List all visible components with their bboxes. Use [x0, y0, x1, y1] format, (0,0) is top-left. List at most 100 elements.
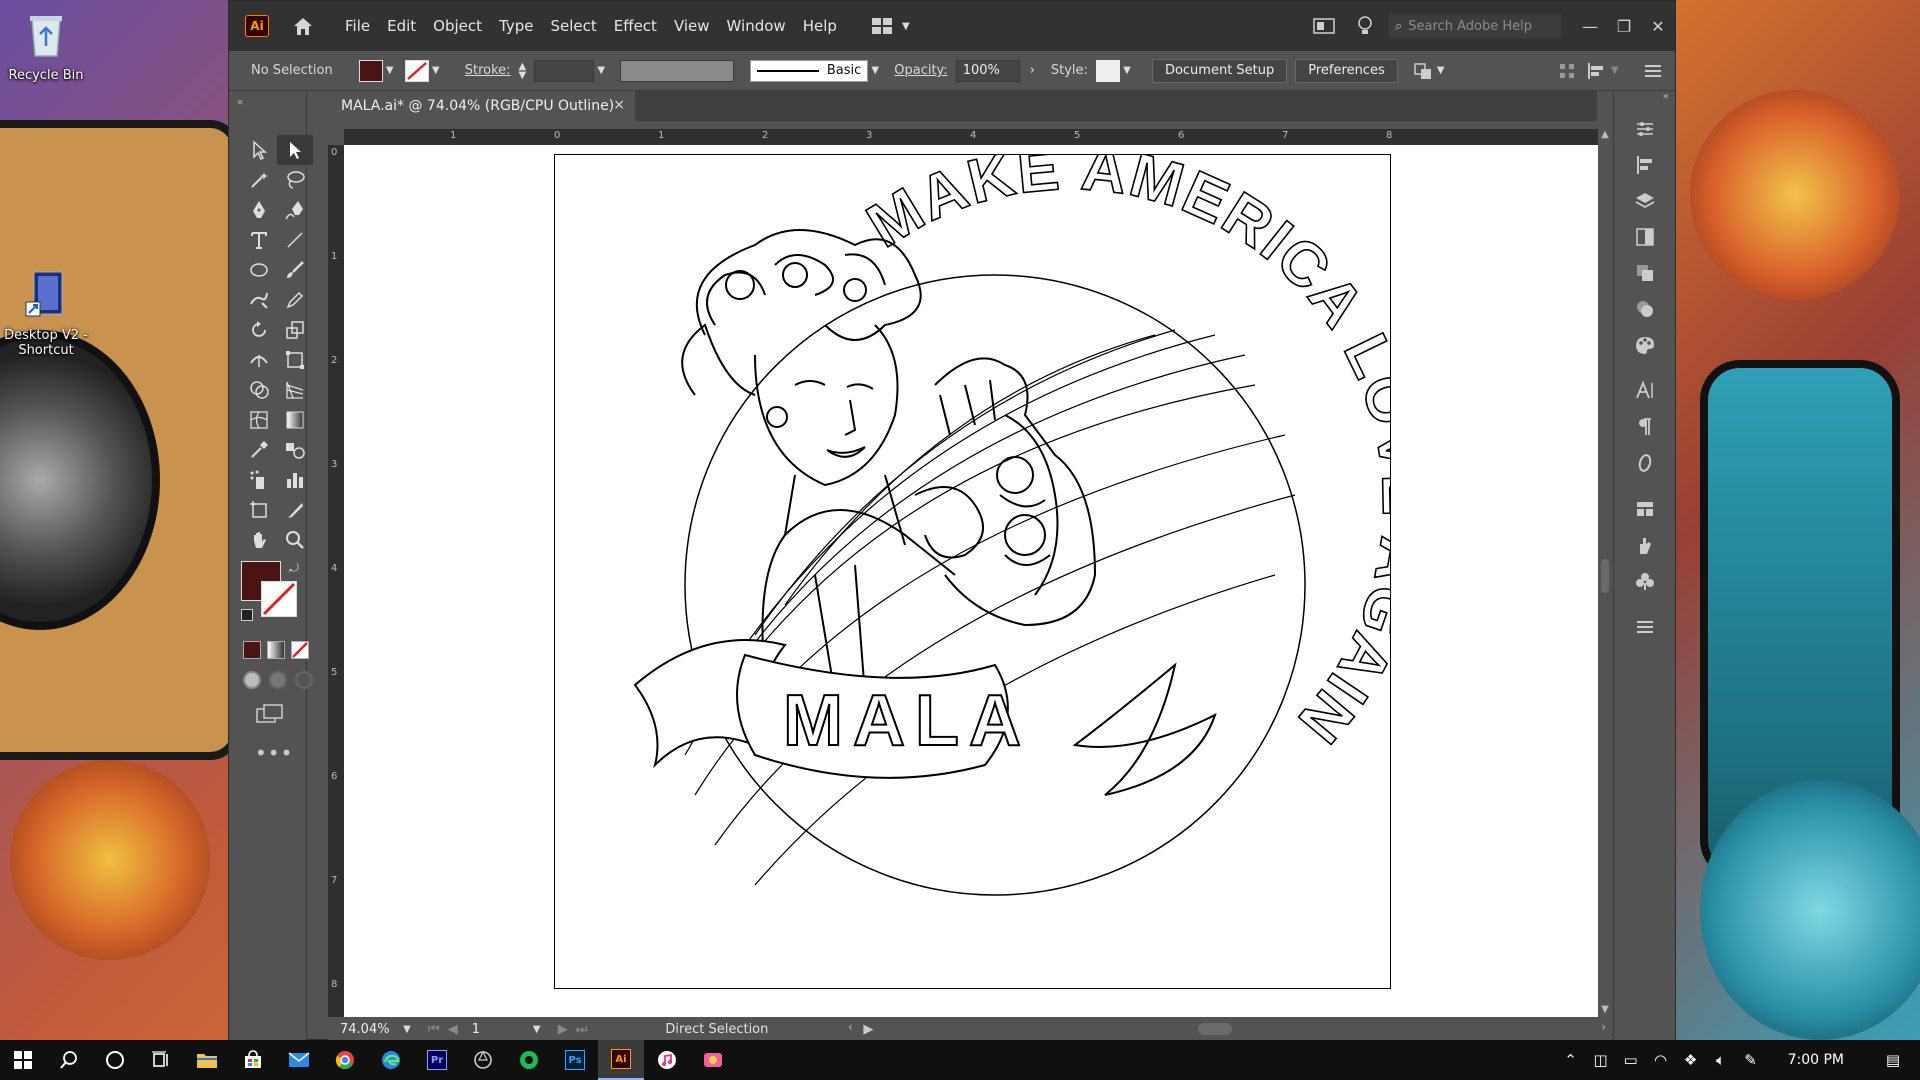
cortana-button[interactable]	[92, 1040, 138, 1080]
direct-selection-tool[interactable]	[277, 135, 313, 165]
menu-effect[interactable]: Effect	[614, 17, 657, 35]
preferences-button[interactable]: Preferences	[1295, 58, 1398, 83]
edit-toolbar-icon[interactable]: •••	[255, 741, 293, 765]
menu-window[interactable]: Window	[727, 17, 786, 35]
color-panel-button[interactable]	[1614, 327, 1676, 363]
chevron-down-icon[interactable]: ▼	[429, 65, 443, 76]
align-grid-icon[interactable]	[1558, 62, 1576, 80]
stroke-swatch[interactable]	[404, 59, 429, 82]
zoom-level-input[interactable]: 74.04%	[334, 1018, 400, 1040]
arrange-icon[interactable]	[1412, 61, 1434, 81]
document-tab[interactable]: MALA.ai* @ 74.04% (RGB/CPU Outline) ×	[329, 91, 635, 121]
chevron-down-icon[interactable]: ▼	[594, 65, 608, 76]
photoshop-taskbar-button[interactable]: Ps	[552, 1040, 598, 1080]
menu-view[interactable]: View	[674, 17, 710, 35]
align-left-icon[interactable]	[1586, 62, 1608, 80]
default-fill-stroke-icon[interactable]	[241, 609, 253, 621]
edge-taskbar-button[interactable]	[368, 1040, 414, 1080]
zoom-tool[interactable]	[277, 525, 313, 555]
last-artboard-icon[interactable]: ⏭	[576, 1022, 588, 1037]
previous-artboard-icon[interactable]: ◀	[448, 1022, 458, 1037]
notifications-icon[interactable]: ▤	[1878, 1051, 1908, 1069]
chevron-down-icon[interactable]: ▼	[1434, 65, 1448, 76]
green-app-taskbar-button[interactable]	[506, 1040, 552, 1080]
slice-tool[interactable]	[277, 495, 313, 525]
blend-tool[interactable]	[277, 435, 313, 465]
character-panel-button[interactable]	[1614, 373, 1676, 409]
paintbrush-tool[interactable]	[277, 255, 313, 285]
paragraph-panel-button[interactable]	[1614, 409, 1676, 445]
layers-panel-button[interactable]	[1614, 183, 1676, 219]
hand-tool[interactable]	[241, 525, 277, 555]
change-screen-mode-icon[interactable]	[255, 703, 285, 725]
align-panel-button[interactable]	[1614, 147, 1676, 183]
scroll-right-arrow[interactable]: ›	[1601, 1020, 1606, 1034]
search-button[interactable]	[46, 1040, 92, 1080]
draw-inside-icon[interactable]	[295, 671, 313, 689]
next-artboard-icon[interactable]: ▶	[558, 1022, 568, 1037]
expand-panels-icon[interactable]: «	[1614, 91, 1675, 111]
menu-object[interactable]: Object	[433, 17, 482, 35]
workspace-switcher[interactable]: ▼	[871, 17, 913, 35]
first-artboard-icon[interactable]: ⏮	[428, 1022, 440, 1037]
battery-icon[interactable]: ▭	[1616, 1051, 1646, 1069]
search-help-input[interactable]: ⌕ Search Adobe Help	[1389, 14, 1561, 38]
menu-type[interactable]: Type	[499, 17, 533, 35]
app-taskbar-button[interactable]	[460, 1040, 506, 1080]
selection-tool[interactable]	[241, 135, 277, 165]
stroke-label[interactable]: Stroke:	[465, 63, 511, 78]
libraries-panel-button[interactable]	[1614, 491, 1676, 527]
discover-lightbulb-icon[interactable]	[1355, 15, 1375, 37]
chevron-down-icon[interactable]: ▼	[400, 1024, 414, 1035]
symbol-sprayer-tool[interactable]	[241, 465, 277, 495]
free-transform-tool[interactable]	[277, 345, 313, 375]
chevron-down-icon[interactable]: ▼	[530, 1024, 544, 1035]
opacity-label[interactable]: Opacity:	[894, 63, 947, 78]
magic-wand-tool[interactable]	[241, 165, 277, 195]
premiere-taskbar-button[interactable]: Pr	[414, 1040, 460, 1080]
perspective-grid-tool[interactable]	[277, 375, 313, 405]
draw-normal-icon[interactable]	[243, 671, 261, 689]
artboard-tool[interactable]	[241, 495, 277, 525]
minimize-button[interactable]: —	[1573, 11, 1607, 41]
scroll-left-arrow[interactable]: ‹	[848, 1020, 853, 1034]
menu-select[interactable]: Select	[550, 17, 596, 35]
vertical-ruler[interactable]: 0 1 2 3 4 5 6 7 8	[328, 145, 344, 1017]
maximize-button[interactable]: ❐	[1607, 11, 1641, 41]
appearance-panel-button[interactable]	[1614, 291, 1676, 327]
volume-icon[interactable]: 🔈︎	[1706, 1051, 1736, 1069]
task-view-button[interactable]	[138, 1040, 184, 1080]
none-button[interactable]	[291, 641, 309, 659]
draw-behind-icon[interactable]	[269, 671, 287, 689]
photos-taskbar-button[interactable]	[690, 1040, 736, 1080]
scale-tool[interactable]	[277, 315, 313, 345]
properties-panel-button[interactable]	[1614, 111, 1676, 147]
vertical-scrollbar[interactable]: ▲ ▼	[1598, 129, 1612, 1017]
illustrator-taskbar-button[interactable]: Ai	[598, 1040, 644, 1080]
chevron-right-icon[interactable]: ›	[1030, 63, 1035, 78]
clock-time[interactable]: 7:00 PM	[1788, 1052, 1844, 1068]
line-segment-tool[interactable]	[277, 225, 313, 255]
color-button[interactable]	[243, 641, 261, 659]
menu-help[interactable]: Help	[803, 17, 837, 35]
column-graph-tool[interactable]	[277, 465, 313, 495]
opentype-panel-button[interactable]	[1614, 445, 1676, 481]
width-tool[interactable]	[241, 345, 277, 375]
graphic-style-swatch[interactable]	[1095, 59, 1120, 82]
network-status-icon[interactable]: ◫	[1586, 1051, 1616, 1069]
swap-fill-stroke-icon[interactable]: ⤾	[289, 561, 299, 576]
mesh-tool[interactable]	[241, 405, 277, 435]
file-explorer-taskbar-button[interactable]	[184, 1040, 230, 1080]
panel-options-button[interactable]	[1614, 609, 1676, 645]
chevron-down-icon[interactable]: ▼	[383, 65, 397, 76]
store-taskbar-button[interactable]	[230, 1040, 276, 1080]
chevron-down-icon[interactable]: ▼	[868, 65, 882, 76]
show-hidden-icons-chevron-icon[interactable]: ⌃	[1556, 1051, 1586, 1069]
rotate-tool[interactable]	[241, 315, 277, 345]
menu-file[interactable]: File	[345, 17, 370, 35]
gradient-tool[interactable]	[277, 405, 313, 435]
desktop-shortcut-icon[interactable]: Desktop V2 - Shortcut	[0, 268, 92, 358]
lasso-tool[interactable]	[277, 165, 313, 195]
dropbox-icon[interactable]: ❖	[1676, 1051, 1706, 1069]
chevron-down-icon[interactable]: ▼	[1120, 65, 1134, 76]
